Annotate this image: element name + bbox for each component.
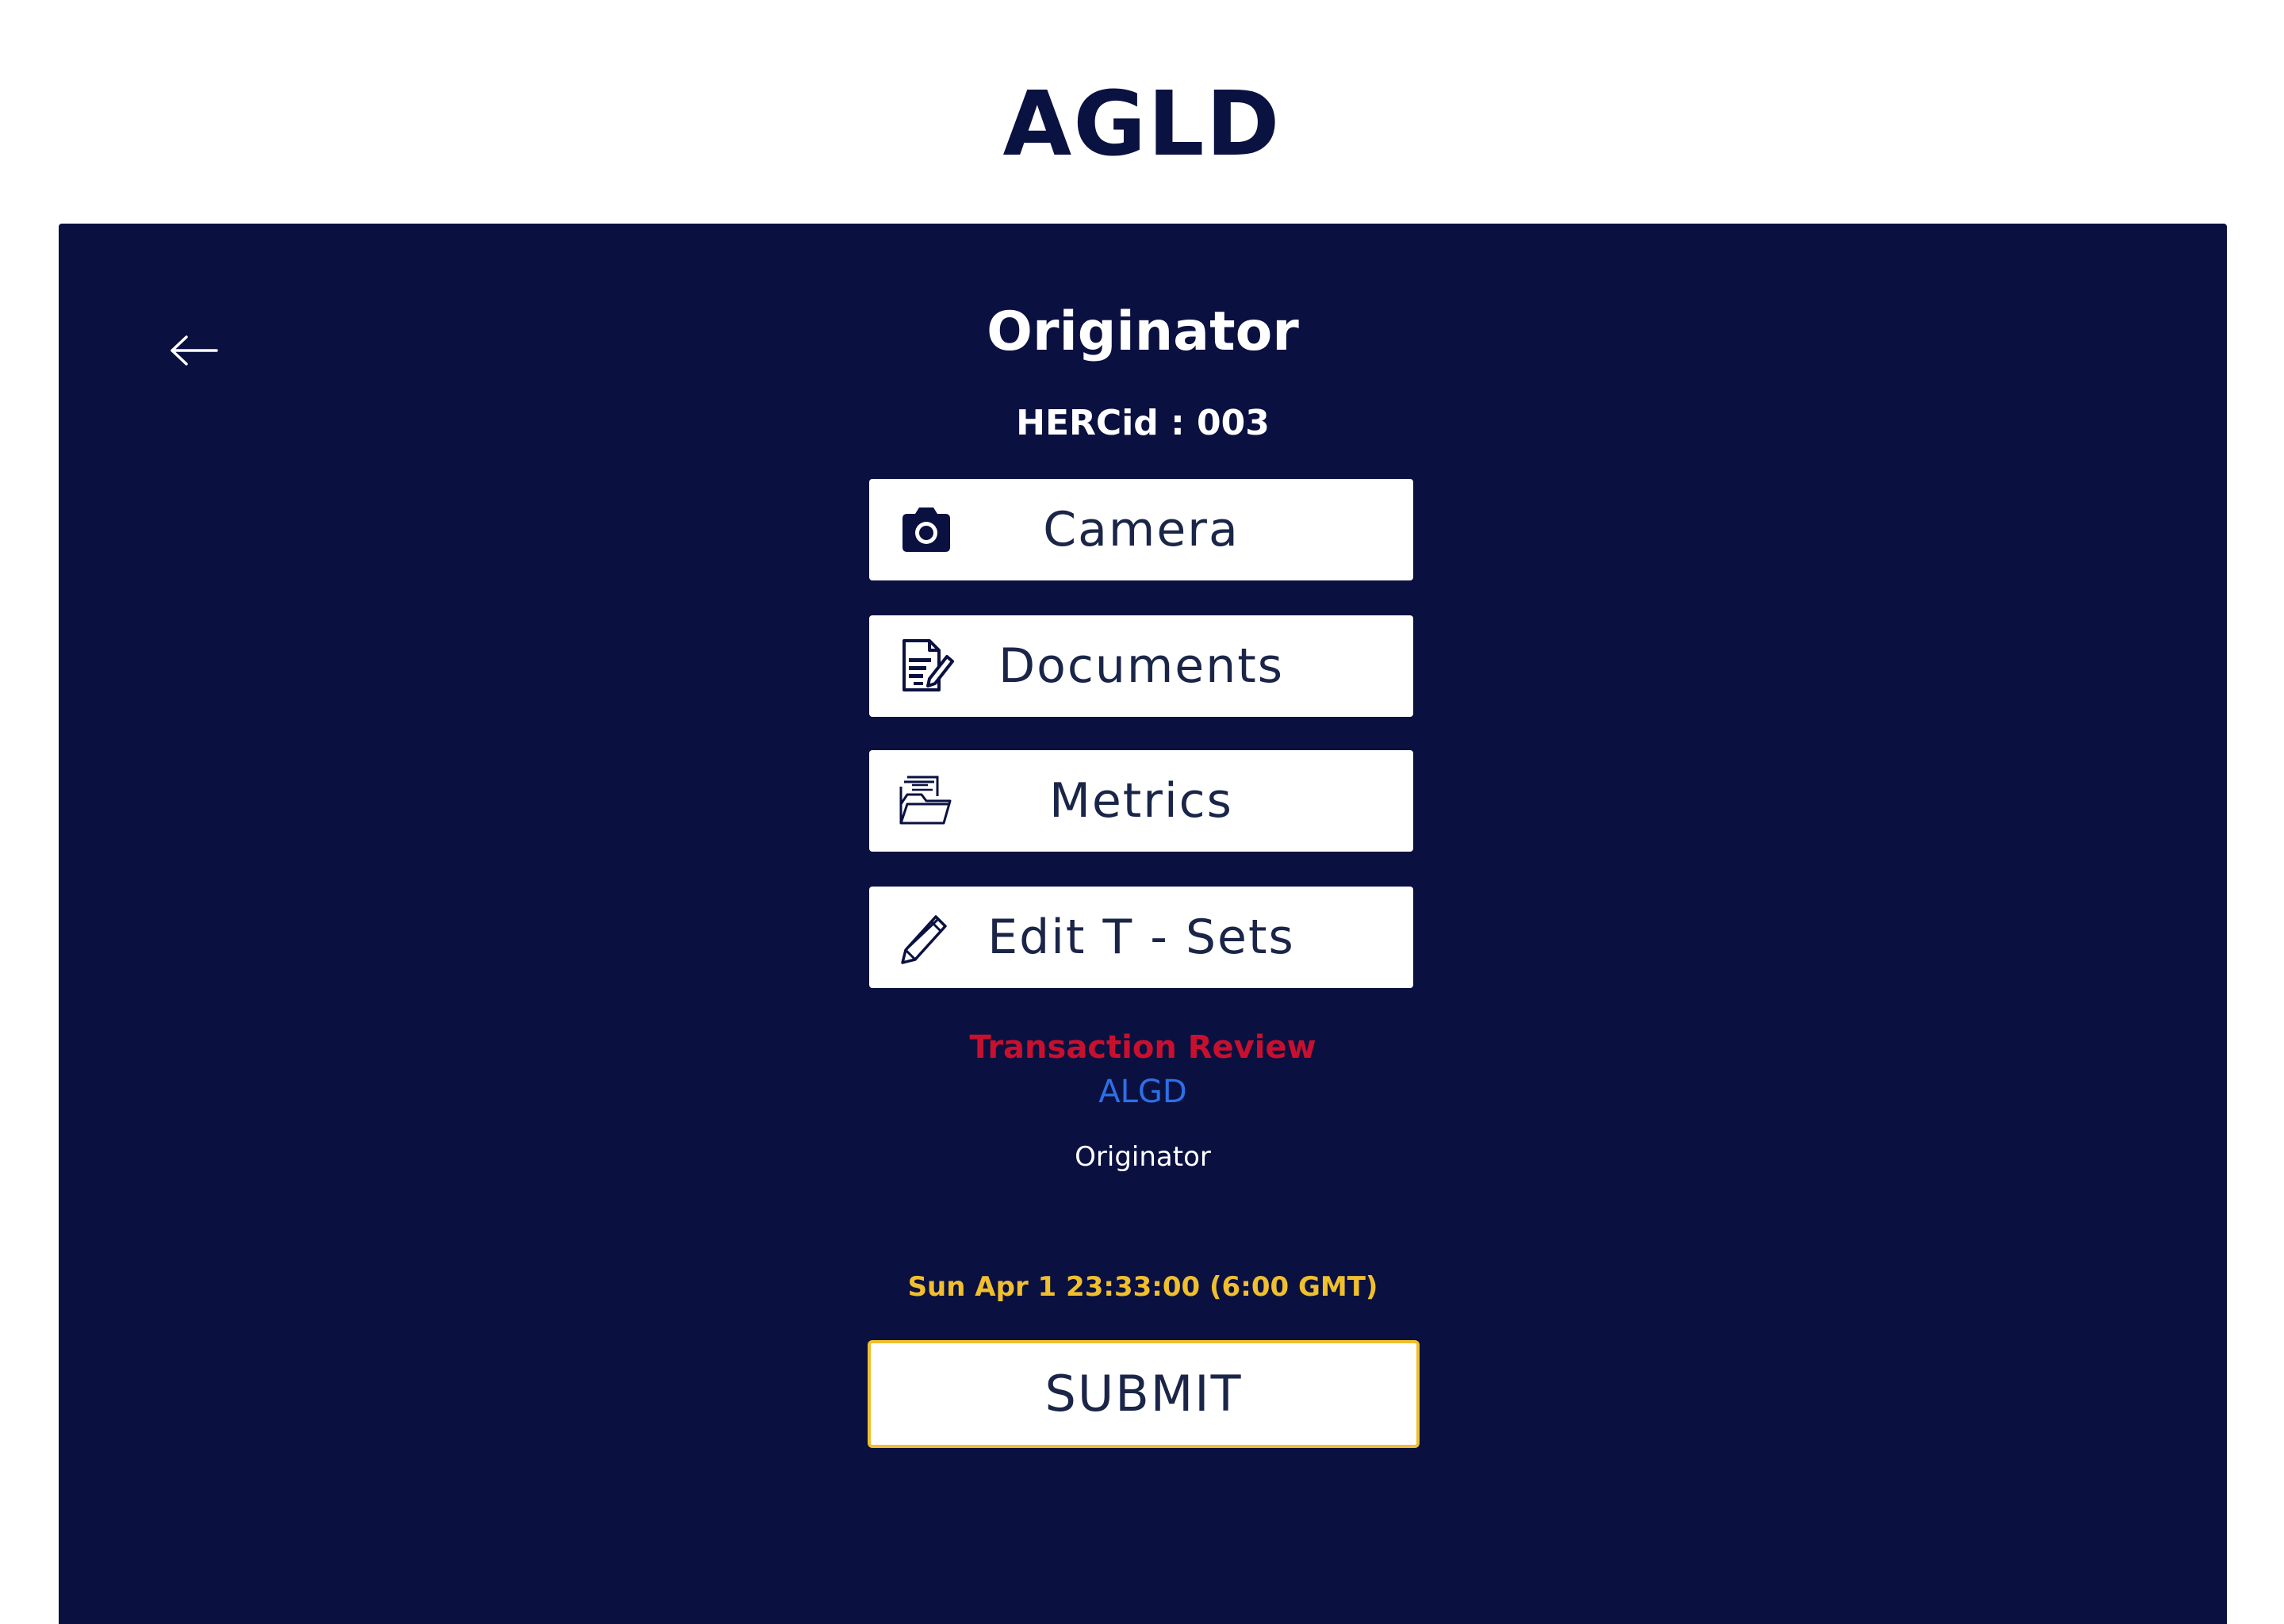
camera-label: Camera bbox=[1043, 502, 1240, 557]
edit-tsets-label: Edit T - Sets bbox=[987, 910, 1295, 965]
submit-button[interactable]: SUBMIT bbox=[868, 1340, 1420, 1448]
metrics-button[interactable]: Metrics bbox=[869, 750, 1413, 852]
metrics-label: Metrics bbox=[1049, 773, 1233, 829]
camera-button[interactable]: Camera bbox=[869, 479, 1413, 580]
review-role: Originator bbox=[1075, 1141, 1211, 1173]
timestamp: Sun Apr 1 23:33:00 (6:00 GMT) bbox=[907, 1271, 1378, 1303]
page-title: Originator bbox=[987, 301, 1299, 363]
review-code-link[interactable]: ALGD bbox=[59, 1071, 2227, 1113]
documents-label: Documents bbox=[998, 638, 1285, 694]
app-title: AGLD bbox=[1002, 73, 1282, 176]
main-panel: Originator HERCid : 003 Camera Documents… bbox=[59, 224, 2227, 1624]
edit-tsets-button[interactable]: Edit T - Sets bbox=[869, 887, 1413, 988]
documents-button[interactable]: Documents bbox=[869, 615, 1413, 717]
transaction-review-title: Transaction Review bbox=[969, 1029, 1316, 1066]
hercid-label: HERCid : 003 bbox=[1016, 403, 1270, 443]
